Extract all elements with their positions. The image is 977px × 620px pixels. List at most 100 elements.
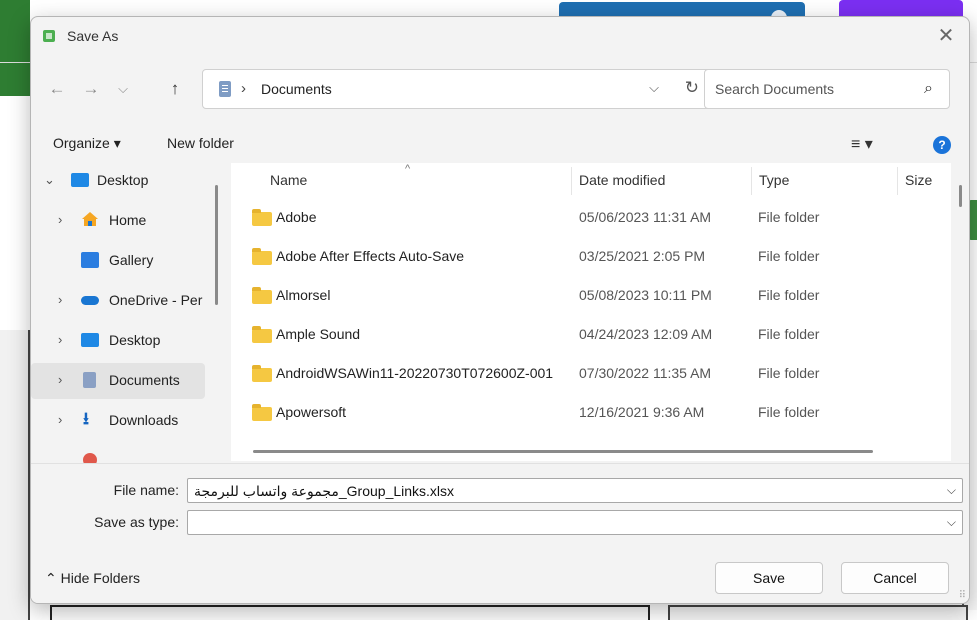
nav-item-documents[interactable]: › Documents xyxy=(31,363,205,399)
expand-chevron-icon[interactable]: › xyxy=(58,292,62,307)
expand-chevron-icon[interactable]: › xyxy=(58,212,62,227)
file-date: 04/24/2023 12:09 AM xyxy=(579,326,713,342)
folder-icon xyxy=(252,365,272,382)
organize-menu-button[interactable]: Organize ▾ xyxy=(53,135,121,152)
dialog-title: Save As xyxy=(67,28,119,44)
cancel-button[interactable]: Cancel xyxy=(841,562,949,594)
file-row[interactable]: Apowersoft 12/16/2021 9:36 AM File folde… xyxy=(245,394,945,433)
column-divider[interactable] xyxy=(897,167,898,195)
file-row[interactable]: AndroidWSAWin11-20220730T072600Z-001 07/… xyxy=(245,355,945,394)
save-as-type-dropdown-icon[interactable]: ⌵ xyxy=(947,515,956,530)
file-name: Almorsel xyxy=(276,287,331,303)
folder-icon xyxy=(252,404,272,421)
dialog-titlebar[interactable]: Save As ✕ xyxy=(31,17,969,57)
file-list: ^ Name Date modified Type Size Adobe 05/… xyxy=(231,163,951,461)
back-arrow-icon[interactable]: ← xyxy=(45,77,69,101)
gallery-icon xyxy=(81,252,99,268)
file-date: 12/16/2021 9:36 AM xyxy=(579,404,705,420)
file-row[interactable]: Ample Sound 04/24/2023 12:09 AM File fol… xyxy=(245,316,945,355)
nav-item-desktop-root[interactable]: ⌄ Desktop xyxy=(31,163,205,199)
expand-chevron-icon[interactable]: ⌄ xyxy=(44,172,55,188)
forward-arrow-icon[interactable]: → xyxy=(79,77,103,101)
file-row[interactable]: Adobe After Effects Auto-Save 03/25/2021… xyxy=(245,238,945,277)
search-box[interactable]: ⌕ xyxy=(704,69,950,109)
breadcrumb-separator-icon: › xyxy=(241,80,246,97)
column-header-size[interactable]: Size xyxy=(905,172,932,188)
file-type: File folder xyxy=(758,287,820,303)
file-name: Ample Sound xyxy=(276,326,361,342)
address-bar[interactable]: › Documents ⌵ ↻ xyxy=(202,69,722,109)
expand-chevron-icon[interactable]: › xyxy=(58,372,62,387)
nav-item-music-partial[interactable] xyxy=(31,443,205,463)
column-header-type[interactable]: Type xyxy=(759,172,789,188)
nav-item-onedrive[interactable]: › OneDrive - Per xyxy=(31,283,205,319)
file-name: Adobe xyxy=(276,209,317,225)
file-type: File folder xyxy=(758,248,820,264)
file-name-label: File name: xyxy=(113,482,179,498)
home-icon xyxy=(81,211,99,226)
expand-chevron-icon[interactable]: › xyxy=(58,332,62,347)
column-header-date[interactable]: Date modified xyxy=(579,172,665,188)
save-as-dialog: Save As ✕ ← → ⌵ ↑ › Documents ⌵ ↻ ⌕ Orga… xyxy=(30,16,970,604)
navigation-pane: ⌄ Desktop › Home Gallery › OneDrive - Pe… xyxy=(31,163,217,463)
file-type: File folder xyxy=(758,365,820,381)
file-name: AndroidWSAWin11-20220730T072600Z-001 xyxy=(276,365,554,381)
save-button[interactable]: Save xyxy=(715,562,823,594)
up-arrow-icon[interactable]: ↑ xyxy=(163,77,187,101)
nav-item-desktop[interactable]: › Desktop xyxy=(31,323,205,359)
nav-item-gallery[interactable]: Gallery xyxy=(31,243,205,279)
address-dropdown-icon[interactable]: ⌵ xyxy=(649,80,659,96)
close-icon[interactable]: ✕ xyxy=(933,23,959,49)
file-name: Adobe After Effects Auto-Save xyxy=(276,248,465,264)
file-list-horizontal-scrollbar[interactable] xyxy=(253,450,873,453)
file-type: File folder xyxy=(758,404,820,420)
expand-chevron-icon[interactable]: › xyxy=(58,412,62,427)
save-as-type-select[interactable]: ⌵ xyxy=(187,510,963,535)
documents-icon xyxy=(219,81,231,97)
search-input[interactable] xyxy=(715,79,905,99)
view-options-icon[interactable]: ≡ ▾ xyxy=(851,134,873,154)
background-bottom-right-panel xyxy=(668,605,968,620)
file-name-value[interactable]: مجموعة واتساب للبرمجة_Group_Links.xlsx xyxy=(194,483,454,500)
file-name-field[interactable]: مجموعة واتساب للبرمجة_Group_Links.xlsx ⌵ xyxy=(187,478,963,503)
column-divider[interactable] xyxy=(571,167,572,195)
resize-grip-icon[interactable]: ⠿ xyxy=(959,590,966,601)
file-date: 05/08/2023 10:11 PM xyxy=(579,287,712,303)
save-form: File name: مجموعة واتساب للبرمجة_Group_L… xyxy=(31,463,969,603)
hide-folders-button[interactable]: ⌃ Hide Folders xyxy=(45,570,140,587)
nav-item-downloads[interactable]: › ⭳ Downloads xyxy=(31,403,205,439)
file-name: Apowersoft xyxy=(276,404,347,420)
refresh-icon[interactable]: ↻ xyxy=(685,78,699,98)
file-list-vertical-scrollbar[interactable] xyxy=(959,185,962,207)
nav-item-label: Desktop xyxy=(97,172,149,188)
column-header-name[interactable]: Name xyxy=(270,172,307,188)
file-row[interactable]: Almorsel 05/08/2023 10:11 PM File folder xyxy=(245,277,945,316)
background-left-panel xyxy=(0,330,30,620)
nav-item-home[interactable]: › Home xyxy=(31,203,205,239)
background-bottom-panel xyxy=(50,605,650,620)
background-app-strip xyxy=(0,0,30,96)
file-type: File folder xyxy=(758,326,820,342)
nav-item-label: Gallery xyxy=(109,252,154,268)
documents-icon xyxy=(83,372,96,388)
folder-icon xyxy=(252,248,272,265)
nav-item-label: OneDrive - Per xyxy=(109,292,203,308)
nav-item-label: Desktop xyxy=(109,332,161,348)
nav-item-label: Documents xyxy=(109,372,180,388)
app-icon xyxy=(43,30,55,42)
sort-ascending-icon: ^ xyxy=(405,163,411,175)
breadcrumb-documents[interactable]: Documents xyxy=(261,81,332,97)
nav-item-label: Downloads xyxy=(109,412,179,428)
file-row[interactable]: Adobe 05/06/2023 11:31 AM File folder xyxy=(245,199,945,238)
music-icon xyxy=(83,453,97,463)
navigation-scrollbar[interactable] xyxy=(215,185,218,305)
new-folder-button[interactable]: New folder xyxy=(167,135,234,151)
downloads-icon: ⭳ xyxy=(83,409,89,428)
desktop-icon xyxy=(71,173,89,187)
file-name-dropdown-icon[interactable]: ⌵ xyxy=(947,483,956,498)
recent-locations-chevron-icon[interactable]: ⌵ xyxy=(111,77,135,101)
column-divider[interactable] xyxy=(751,167,752,195)
folder-icon xyxy=(252,287,272,304)
search-icon[interactable]: ⌕ xyxy=(924,80,933,98)
help-icon[interactable]: ? xyxy=(933,136,951,154)
